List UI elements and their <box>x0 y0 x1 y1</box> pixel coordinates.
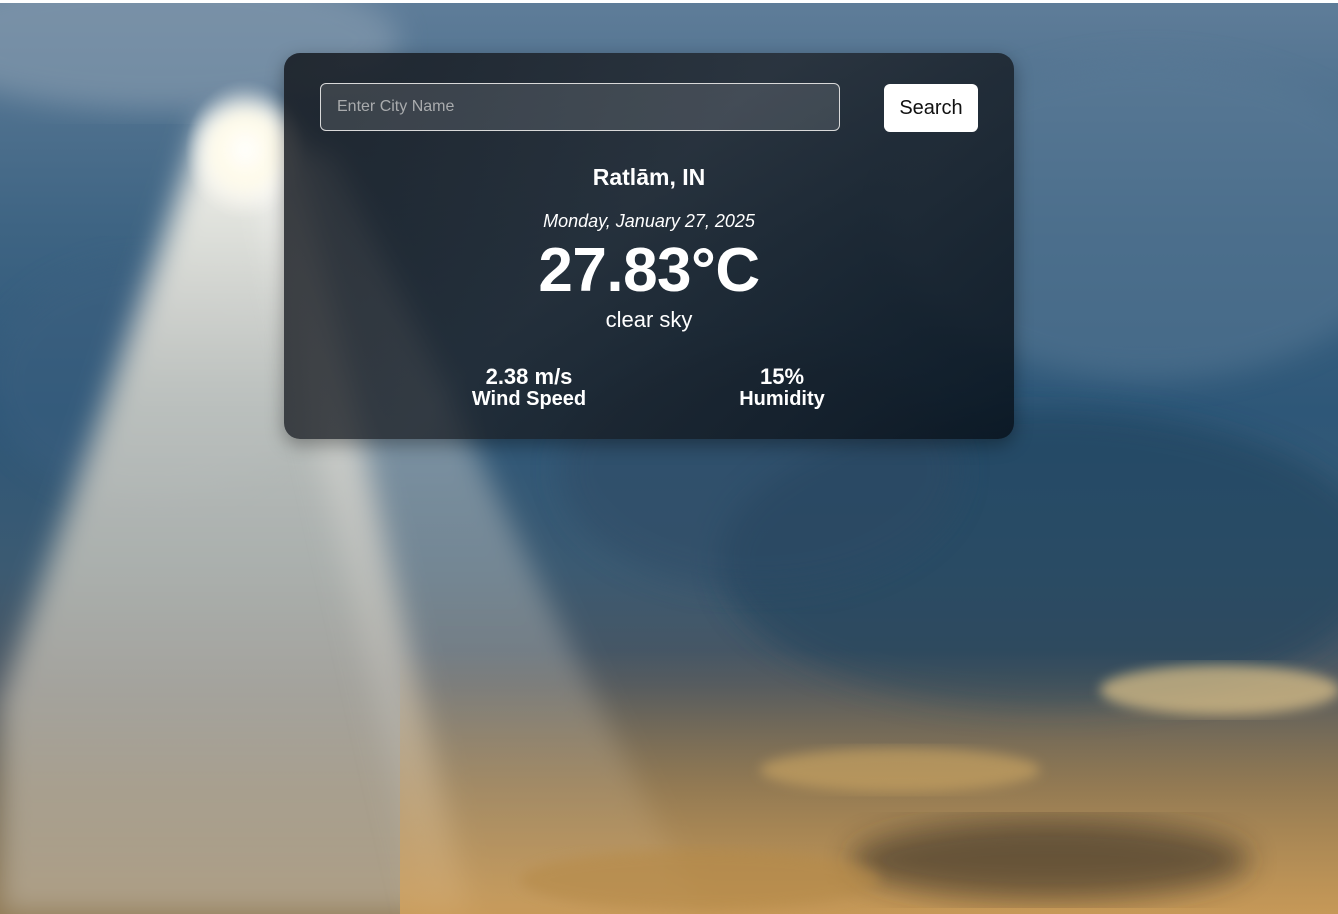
weather-card: Search Ratlām, IN Monday, January 27, 20… <box>284 53 1014 439</box>
temperature-value: 27.83°C <box>538 236 760 305</box>
weather-app-page: Search Ratlām, IN Monday, January 27, 20… <box>0 0 1338 914</box>
top-border <box>0 0 1338 3</box>
wind-speed-value: 2.38 m/s <box>485 364 573 389</box>
city-name: Ratlām, IN <box>592 164 706 190</box>
search-button[interactable]: Search <box>884 84 978 132</box>
humidity-label: Humidity <box>739 388 825 410</box>
wind-speed-stat: 2.38 m/s Wind Speed <box>429 364 629 410</box>
humidity-stat: 15% Humidity <box>682 364 882 410</box>
current-date: Monday, January 27, 2025 <box>543 211 755 231</box>
weather-description: clear sky <box>605 307 693 332</box>
wind-speed-label: Wind Speed <box>471 388 587 410</box>
humidity-value: 15% <box>759 364 805 389</box>
city-search-input[interactable] <box>320 83 840 131</box>
